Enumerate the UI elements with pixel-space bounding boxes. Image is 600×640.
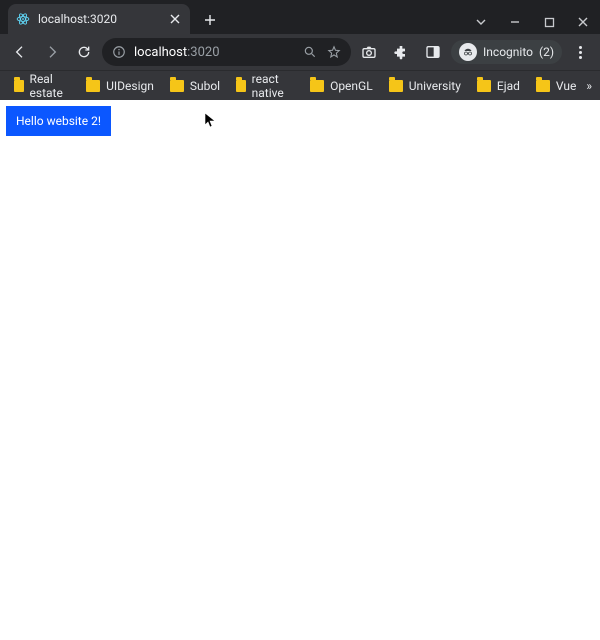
folder-icon [170,80,184,92]
minimize-button[interactable] [498,10,532,34]
hello-button[interactable]: Hello website 2! [6,106,111,136]
bookmark-item[interactable]: OpenGL [304,75,379,97]
bookmark-item[interactable]: Ejad [471,75,526,97]
folder-icon [14,80,24,92]
bookmark-label: OpenGL [330,79,373,93]
camera-icon[interactable] [355,38,383,66]
bookmarks-bar: Real estate UIDesign Subol react native … [0,70,600,100]
side-panel-icon[interactable] [419,38,447,66]
titlebar: localhost:3020 [0,0,600,34]
maximize-button[interactable] [532,10,566,34]
url-text: localhost:3020 [134,45,295,60]
forward-button[interactable] [38,38,66,66]
url-port: :3020 [187,45,219,60]
bookmark-item[interactable]: react native [230,68,300,104]
bookmark-label: Vue [556,79,576,93]
extensions-icon[interactable] [387,38,415,66]
window-controls [464,6,600,34]
bookmark-item[interactable]: Vue [530,75,582,97]
toolbar: localhost:3020 Incognito (2) [0,34,600,70]
bookmarks-overflow-icon[interactable]: » [586,79,592,93]
menu-button[interactable] [566,38,594,66]
search-icon[interactable] [303,45,317,59]
folder-icon [389,80,403,92]
star-bookmark-icon[interactable] [327,45,341,59]
bookmark-label: University [409,79,461,93]
bookmark-item[interactable]: University [383,75,467,97]
folder-icon [477,80,491,92]
bookmark-item[interactable]: Subol [164,75,226,97]
kebab-menu-icon [579,46,582,59]
bookmark-item[interactable]: Real estate [8,68,76,104]
bookmark-label: Real estate [30,72,71,100]
bookmark-label: UIDesign [106,79,154,93]
bookmark-item[interactable]: UIDesign [80,75,160,97]
bookmark-label: react native [252,72,294,100]
folder-icon [86,80,100,92]
folder-icon [310,80,324,92]
incognito-count: (2) [539,45,554,59]
window-close-button[interactable] [566,10,600,34]
bookmark-label: Ejad [497,79,520,93]
incognito-label: Incognito [483,45,533,59]
folder-icon [536,80,550,92]
cursor-icon [204,112,216,128]
close-tab-icon[interactable] [168,12,182,26]
address-bar[interactable]: localhost:3020 [102,38,351,66]
browser-tab[interactable]: localhost:3020 [8,4,190,34]
chevron-down-icon[interactable] [464,10,498,34]
folder-icon [236,80,246,92]
bookmark-label: Subol [190,79,220,93]
reload-button[interactable] [70,38,98,66]
url-host: localhost [134,45,187,60]
react-favicon-icon [16,12,30,26]
back-button[interactable] [6,38,34,66]
page-content: Hello website 2! [0,100,600,640]
incognito-indicator[interactable]: Incognito (2) [451,40,562,64]
incognito-icon [459,43,477,61]
new-tab-button[interactable] [196,6,224,34]
tab-title: localhost:3020 [38,12,168,26]
site-info-icon[interactable] [112,45,126,59]
